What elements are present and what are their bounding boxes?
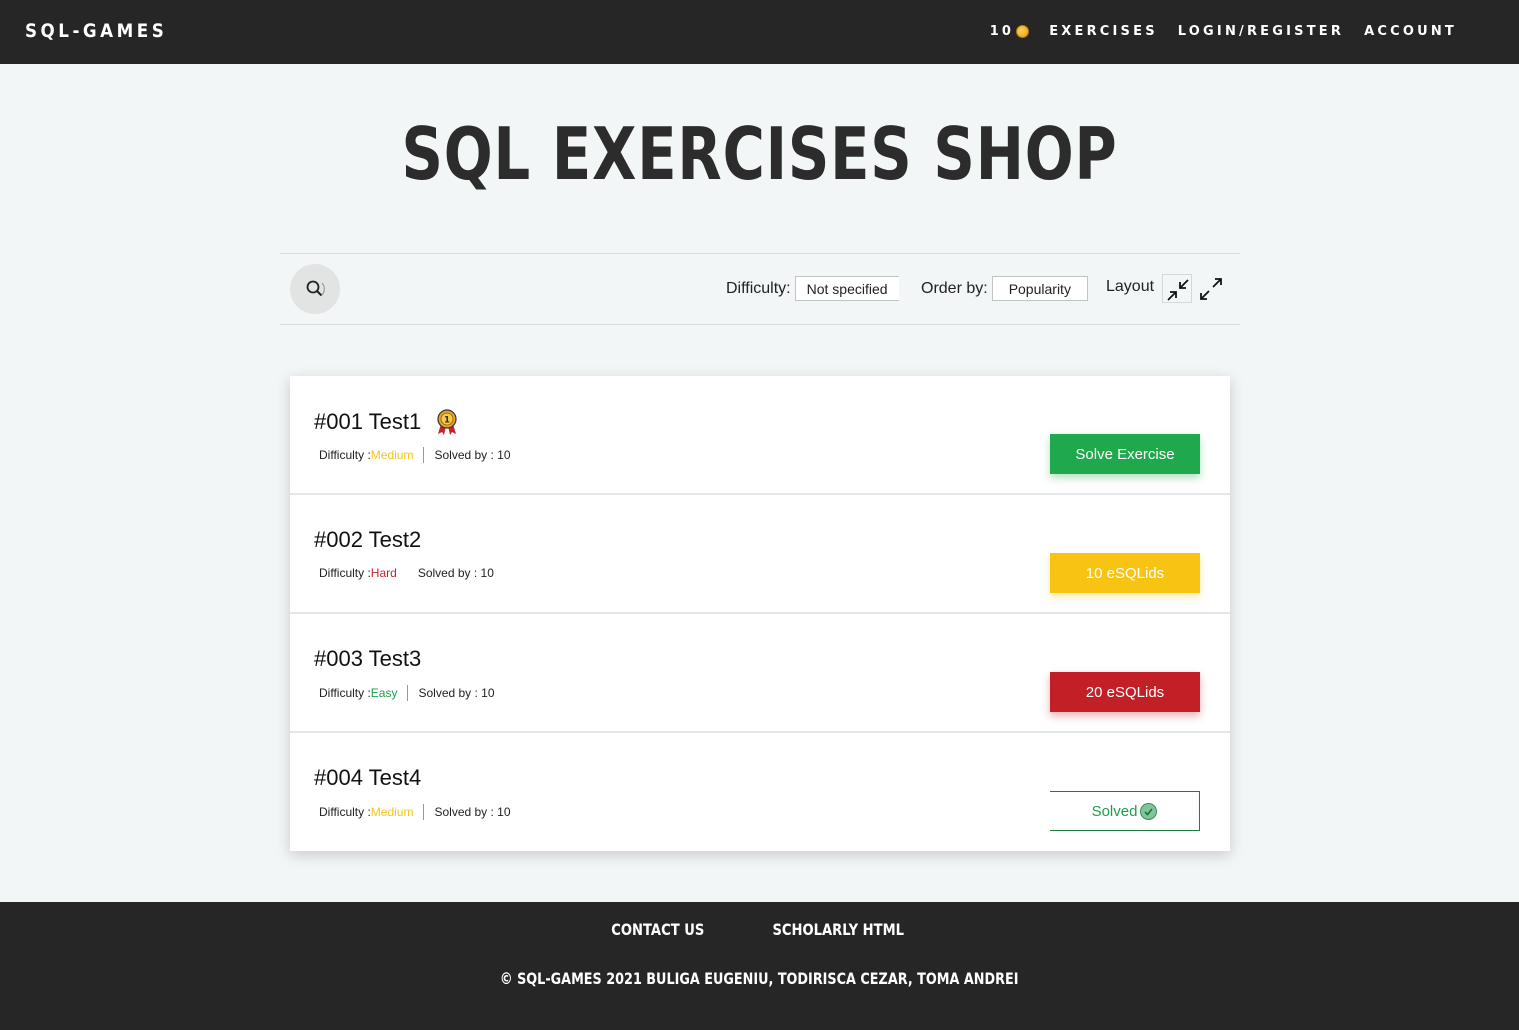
layout-toggle: Layout xyxy=(1106,274,1227,303)
copyright-text: © SQL-GAMES 2021 BULIGA EUGENIU, TODIRIS… xyxy=(500,969,1019,988)
brand-logo[interactable]: SQL-GAMES xyxy=(25,20,167,42)
coin-balance: 10 xyxy=(990,24,1030,39)
coin-icon xyxy=(1016,25,1030,38)
nav-menu: 10 EXERCISES LOGIN/REGISTER ACCOUNT xyxy=(990,24,1457,39)
solved-status-button[interactable]: Solved xyxy=(1050,791,1200,831)
nav-account-link[interactable]: ACCOUNT xyxy=(1364,24,1457,39)
filter-bar: Difficulty: Not specified Order by: Popu… xyxy=(280,253,1240,325)
medal-icon: 1 xyxy=(437,409,457,435)
collapse-icon xyxy=(1167,279,1189,301)
exercise-title-text: #003 Test3 xyxy=(314,646,422,671)
layout-label: Layout xyxy=(1106,277,1155,295)
difficulty-value: Easy xyxy=(370,686,398,700)
solved-by-count: Solved by : 10 xyxy=(434,805,511,819)
exercise-title-text: #001 Test1 xyxy=(314,409,422,434)
layout-expanded-button[interactable] xyxy=(1196,274,1227,303)
exercise-title: #004 Test4 xyxy=(314,765,421,791)
exercise-title-text: #004 Test4 xyxy=(314,765,422,790)
order-filter: Order by: Popularity xyxy=(921,276,1088,301)
exercise-meta: Difficulty : Medium Solved by : 10 xyxy=(319,447,511,463)
meta-divider xyxy=(423,447,425,463)
page-title-text: SQL EXERCISES SHOP xyxy=(401,112,1118,196)
meta-divider xyxy=(407,685,409,701)
difficulty-value: Medium xyxy=(370,448,414,462)
exercise-title-text: #002 Test2 xyxy=(314,527,422,552)
meta-divider xyxy=(423,804,425,820)
difficulty-label: Difficulty : xyxy=(319,566,371,580)
solved-by-count: Solved by : 10 xyxy=(434,448,511,462)
nav-exercises-link[interactable]: EXERCISES xyxy=(1049,24,1158,39)
search-icon xyxy=(306,280,325,297)
exercise-card: #004 Test4 Difficulty : Medium Solved by… xyxy=(290,733,1230,851)
exercise-list: #001 Test1 1 Difficulty : Medium Solved … xyxy=(290,376,1230,851)
solved-by-count: Solved by : 10 xyxy=(418,686,495,700)
exercise-title: #003 Test3 xyxy=(314,646,421,672)
difficulty-label: Difficulty : xyxy=(319,686,371,700)
footer: CONTACT US SCHOLARLY HTML © SQL-GAMES 20… xyxy=(0,902,1519,1030)
exercise-meta: Difficulty : Hard Solved by : 10 xyxy=(319,566,494,580)
scholarly-html-link[interactable]: SCHOLARLY HTML xyxy=(772,920,904,939)
layout-compact-button[interactable] xyxy=(1162,274,1193,303)
contact-us-link[interactable]: CONTACT US xyxy=(611,920,704,939)
copyright: © SQL-GAMES 2021 BULIGA EUGENIU, TODIRIS… xyxy=(0,969,1519,988)
solve-exercise-button[interactable]: Solve Exercise xyxy=(1050,434,1200,474)
exercise-title: #001 Test1 1 xyxy=(314,408,459,436)
check-icon xyxy=(1140,802,1158,820)
exercise-title: #002 Test2 xyxy=(314,527,421,553)
buy-exercise-button[interactable]: 10 eSQLids xyxy=(1050,553,1200,593)
coin-count: 10 xyxy=(989,24,1015,39)
difficulty-filter-label: Difficulty: xyxy=(726,279,791,297)
order-filter-label: Order by: xyxy=(921,279,988,297)
exercise-meta: Difficulty : Medium Solved by : 10 xyxy=(319,804,511,820)
exercise-card: #001 Test1 1 Difficulty : Medium Solved … xyxy=(290,376,1230,495)
footer-links: CONTACT US SCHOLARLY HTML xyxy=(0,920,1519,939)
difficulty-label: Difficulty : xyxy=(319,448,371,462)
order-select[interactable]: Popularity xyxy=(991,276,1088,301)
difficulty-label: Difficulty : xyxy=(319,805,371,819)
exercise-card: #002 Test2 Difficulty : Hard Solved by :… xyxy=(290,495,1230,614)
difficulty-value: Medium xyxy=(370,805,414,819)
expand-icon xyxy=(1200,278,1222,300)
exercise-card: #003 Test3 Difficulty : Easy Solved by :… xyxy=(290,614,1230,733)
solved-label: Solved xyxy=(1091,802,1138,820)
svg-text:1: 1 xyxy=(444,416,450,426)
buy-exercise-button[interactable]: 20 eSQLids xyxy=(1050,672,1200,712)
solved-by-count: Solved by : 10 xyxy=(417,566,494,580)
search-button[interactable] xyxy=(290,264,340,314)
nav-login-register-link[interactable]: LOGIN/REGISTER xyxy=(1178,24,1344,39)
difficulty-select[interactable]: Not specified xyxy=(794,276,899,301)
exercise-meta: Difficulty : Easy Solved by : 10 xyxy=(319,685,495,701)
difficulty-value: Hard xyxy=(370,566,397,580)
page-title: SQL EXERCISES SHOP xyxy=(0,112,1519,196)
top-navbar: SQL-GAMES 10 EXERCISES LOGIN/REGISTER AC… xyxy=(0,0,1519,64)
difficulty-filter: Difficulty: Not specified xyxy=(726,276,899,301)
